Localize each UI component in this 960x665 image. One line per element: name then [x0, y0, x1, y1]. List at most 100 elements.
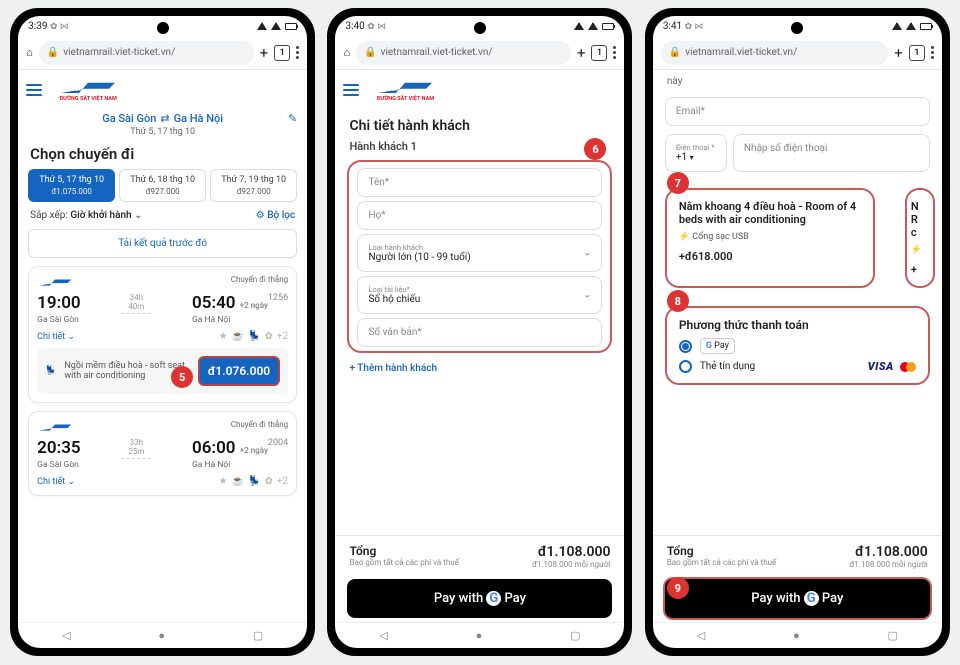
details-link[interactable]: Chi tiết ⌄	[37, 477, 75, 487]
surname-field[interactable]: Họ*	[357, 201, 602, 230]
train-card-2[interactable]: Chuyến đi thẳng 20:35Ga Sài Gòn 33h25m 0…	[28, 411, 297, 496]
cup-icon: ☕	[232, 331, 244, 342]
logo-subtitle: ĐƯỜNG SẮT VIỆT NAM	[60, 96, 117, 102]
doc-number-field[interactable]: Số văn bản*	[357, 318, 602, 347]
phone-prefix-select[interactable]: Điện thoại * +1 ▾	[665, 134, 727, 172]
tab-count[interactable]: 1	[591, 45, 607, 61]
train-card-1[interactable]: Chuyến đi thẳng 19:00Ga Sài Gòn 34h40m 0…	[28, 266, 297, 403]
details-link[interactable]: Chi tiết ⌄	[37, 332, 75, 342]
mastercard-logo	[900, 362, 916, 372]
chevron-down-icon: ⌄	[583, 248, 591, 259]
battery-icon	[285, 23, 297, 30]
status-bar: 3:41 ✿ ⋈	[653, 16, 942, 36]
home-nav-icon[interactable]: ●	[793, 629, 800, 642]
home-nav-icon[interactable]: ●	[158, 629, 165, 642]
arr-time: 05:40	[192, 293, 235, 313]
tab-count[interactable]: 1	[909, 45, 925, 61]
url-bar[interactable]: 🔒 vietnamrail.viet-ticket.vn/	[39, 41, 254, 65]
prev-text: này	[653, 70, 942, 93]
back-icon[interactable]: ◁	[62, 629, 70, 642]
load-previous-button[interactable]: Tải kết quả trước đó	[28, 229, 297, 258]
screen-1: 3:39 ✿ ⋈ ⌂ 🔒 vietnamrail.viet-ticket.vn/…	[18, 16, 307, 648]
back-icon[interactable]: ◁	[379, 629, 387, 642]
upgrade-option-card[interactable]: Nằm khoang 4 điều hoà - Room of 4 beds w…	[665, 188, 875, 288]
back-icon[interactable]: ◁	[697, 629, 705, 642]
browser-bar: 🔒vietnamrail.viet-ticket.vn/ + 1	[653, 36, 942, 70]
card-label: Thẻ tín dụng	[700, 361, 755, 372]
email-field[interactable]: Email*	[665, 97, 930, 126]
step-badge-9: 9	[667, 577, 689, 599]
lock-icon: 🔒	[47, 47, 59, 58]
recent-icon[interactable]: ▢	[570, 629, 580, 642]
phone-frame-1: 3:39 ✿ ⋈ ⌂ 🔒 vietnamrail.viet-ticket.vn/…	[10, 8, 315, 656]
url-bar[interactable]: 🔒vietnamrail.viet-ticket.vn/	[356, 41, 571, 65]
flower-icon: ✿	[264, 331, 272, 342]
hamburger-menu-icon[interactable]	[26, 84, 42, 96]
route-display: Ga Sài Gòn⇄Ga Hà Nội	[102, 110, 223, 127]
recent-icon[interactable]: ▢	[887, 629, 897, 642]
browser-bar: ⌂ 🔒vietnamrail.viet-ticket.vn/ + 1	[335, 36, 624, 70]
date-tab-0[interactable]: Thứ 5, 17 thg 10đ1.075.000	[28, 169, 115, 202]
seat-icon: 💺	[248, 331, 260, 342]
total-label: Tổng	[349, 544, 458, 558]
total-bar: TổngBao gồm tất cả các phí và thuế đ1.10…	[653, 535, 942, 575]
upgrade-option-card-next[interactable]: N R c ⚡ +	[905, 188, 935, 288]
train-logo-icon	[37, 275, 73, 289]
price-button[interactable]: đ1.076.000	[198, 356, 280, 386]
kebab-menu-icon[interactable]	[931, 46, 934, 59]
payment-option-gpay[interactable]: G Pay	[679, 338, 916, 354]
star-icon: ★	[219, 331, 228, 342]
step-badge-8: 8	[667, 290, 689, 312]
home-icon[interactable]: ⌂	[343, 46, 350, 59]
gpay-logo: G Pay	[486, 591, 526, 606]
date-tab-2[interactable]: Thứ 7, 19 thg 10đ927.000	[210, 169, 297, 202]
add-passenger-link[interactable]: + Thêm hành khách	[335, 353, 624, 384]
tab-count[interactable]: 1	[274, 45, 290, 61]
pay-button[interactable]: Pay with G Pay	[665, 579, 930, 618]
url-bar[interactable]: 🔒vietnamrail.viet-ticket.vn/	[661, 41, 888, 65]
train-logo-icon	[37, 420, 73, 434]
new-tab-icon[interactable]: +	[260, 44, 269, 62]
svg-text:VNR: VNR	[69, 86, 81, 93]
passenger-number: Hành khách 1	[335, 140, 430, 159]
sort-control[interactable]: Sắp xếp: Giờ khởi hành ⌄	[30, 210, 142, 221]
chevron-down-icon: ⌄	[583, 290, 591, 301]
phone-number-field[interactable]: Nhập số điện thoại	[733, 134, 930, 172]
filter-icon: ⚙	[256, 210, 265, 221]
svg-text:VNR: VNR	[386, 86, 398, 93]
total-sublabel: Bao gồm tất cả các phí và thuế	[349, 558, 458, 567]
vnr-logo: VNR ĐƯỜNG SẮT VIỆT NAM	[365, 76, 445, 104]
home-nav-icon[interactable]: ●	[476, 629, 483, 642]
payment-method-section: Phương thức thanh toán G Pay Thẻ tín dụn…	[665, 306, 930, 385]
payment-title: Phương thức thanh toán	[679, 318, 916, 332]
hamburger-menu-icon[interactable]	[343, 84, 359, 96]
option-title: Nằm khoang 4 điều hoà - Room of 4 beds w…	[679, 200, 861, 226]
radio-off-icon	[679, 360, 692, 373]
phone-frame-2: 3:40 ✿ ⋈ ⌂ 🔒vietnamrail.viet-ticket.vn/ …	[327, 8, 632, 656]
radio-on-icon	[679, 340, 692, 353]
status-bar: 3:40 ✿ ⋈	[335, 16, 624, 36]
new-tab-icon[interactable]: +	[894, 44, 903, 62]
recent-icon[interactable]: ▢	[253, 629, 263, 642]
page-content-1: VNR ĐƯỜNG SẮT VIỆT NAM Ga Sài Gòn⇄Ga Hà …	[18, 70, 307, 622]
dep-station: Ga Sài Gòn	[37, 460, 80, 470]
name-field[interactable]: Tên*	[357, 168, 602, 197]
clock: 3:41 ✿ ⋈	[663, 21, 704, 32]
seat-icon: 💺	[45, 366, 56, 376]
gpay-logo: G Pay	[804, 591, 844, 606]
new-tab-icon[interactable]: +	[577, 44, 586, 62]
date-tab-1[interactable]: Thứ 6, 18 thg 10đ927.000	[119, 169, 206, 202]
filter-button[interactable]: ⚙ Bộ lọc	[256, 210, 295, 221]
passenger-type-select[interactable]: Loại hành khách Người lớn (10 - 99 tuổi)…	[357, 234, 602, 272]
direct-label: Chuyến đi thẳng	[231, 275, 288, 289]
kebab-menu-icon[interactable]	[613, 46, 616, 59]
doc-type-select[interactable]: Loại tài liệu* Số hộ chiếu ⌄	[357, 276, 602, 314]
vnr-logo: VNR ĐƯỜNG SẮT VIỆT NAM	[48, 76, 128, 104]
home-icon[interactable]: ⌂	[26, 46, 33, 59]
pay-button[interactable]: Pay with G Pay	[347, 579, 612, 618]
edit-route-icon[interactable]: ✎	[288, 112, 297, 125]
usb-icon: ⚡	[679, 232, 690, 242]
kebab-menu-icon[interactable]	[296, 46, 299, 59]
payment-option-card[interactable]: Thẻ tín dụng VISA	[679, 360, 916, 373]
train-code: 2004	[268, 438, 288, 448]
